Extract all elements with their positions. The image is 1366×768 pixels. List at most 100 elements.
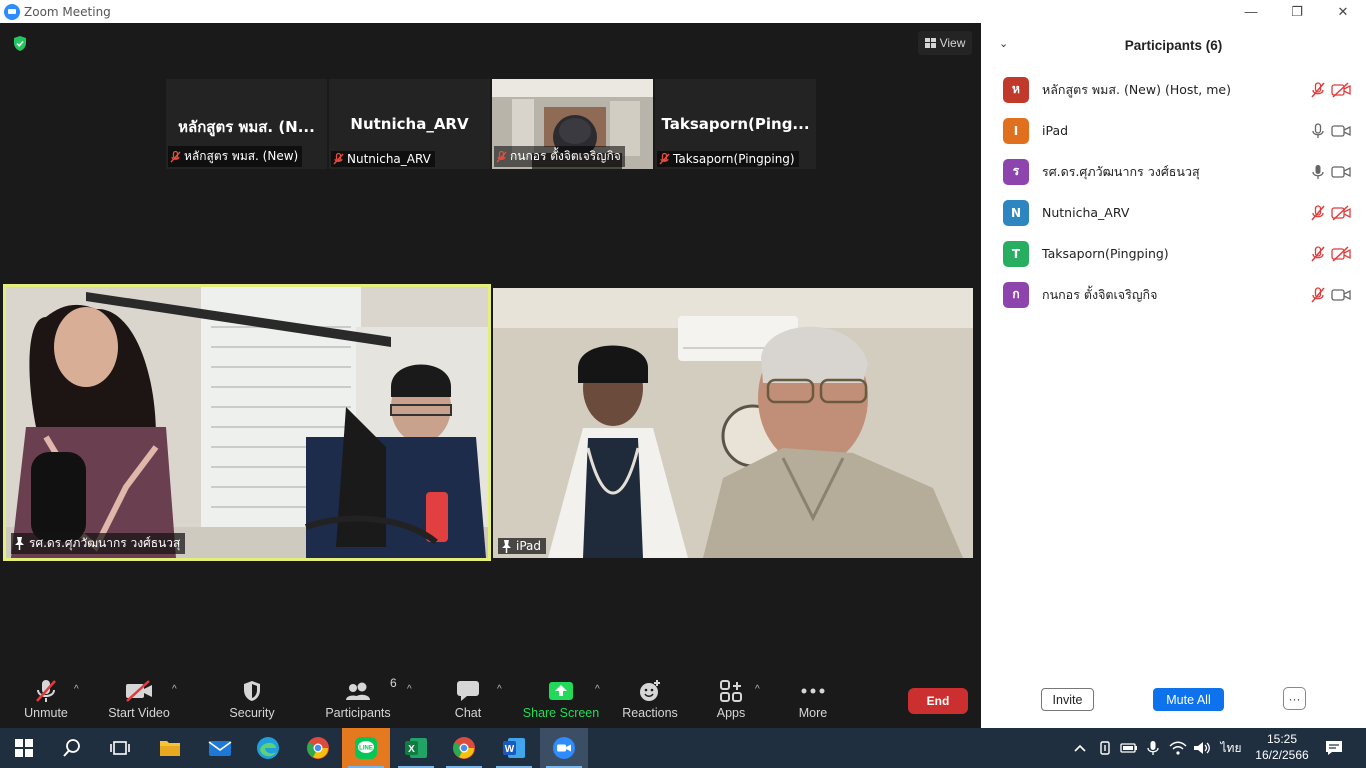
- avatar: ห: [1003, 76, 1029, 103]
- participant-thumbnail[interactable]: Nutnicha_ARV Nutnicha_ARV: [329, 79, 490, 169]
- more-button[interactable]: More: [796, 678, 830, 726]
- share-screen-icon: [549, 682, 573, 700]
- avatar: N: [1003, 199, 1029, 226]
- video-options-caret[interactable]: ^: [172, 684, 177, 695]
- chat-icon: [457, 681, 479, 701]
- reactions-label: Reactions: [622, 706, 678, 720]
- more-dots-icon: [801, 688, 825, 694]
- video-off-icon[interactable]: [1331, 81, 1351, 98]
- excel-icon[interactable]: X: [392, 728, 440, 768]
- participants-panel-footer: Invite Mute All ···: [981, 676, 1366, 728]
- share-screen-button[interactable]: Share Screen: [523, 678, 599, 726]
- file-explorer-icon[interactable]: [146, 728, 194, 768]
- wifi-icon[interactable]: [1166, 728, 1190, 768]
- clock-time: 15:25: [1266, 732, 1298, 746]
- unmute-options-caret[interactable]: ^: [74, 684, 79, 695]
- chat-label: Chat: [454, 706, 482, 720]
- notification-center-icon[interactable]: [1318, 728, 1350, 768]
- participant-row[interactable]: ห หลักสูตร พมส. (New) (Host, me): [981, 69, 1366, 110]
- shield-icon[interactable]: [12, 35, 28, 52]
- collapse-panel-chevron-down-icon[interactable]: ⌄: [999, 37, 1008, 50]
- reactions-button[interactable]: Reactions: [622, 678, 678, 726]
- taskbar-clock[interactable]: 15:25 16/2/2566: [1246, 731, 1318, 763]
- participant-name: หลักสูตร พมส. (New) (Host, me): [1042, 81, 1231, 97]
- view-button[interactable]: View: [918, 31, 972, 55]
- microphone-icon[interactable]: [1142, 728, 1164, 768]
- participant-name: รศ.ดร.ศุภวัฒนากร วงศ์ธนวสุ: [1042, 163, 1200, 179]
- edge-browser-icon[interactable]: [244, 728, 292, 768]
- participants-button[interactable]: 6 Participants: [324, 676, 396, 726]
- participants-options-caret[interactable]: ^: [407, 684, 412, 695]
- view-label: View: [939, 36, 966, 50]
- participant-thumbnail[interactable]: Taksaporn(Ping... Taksaporn(Pingping): [655, 79, 816, 169]
- participant-name: Nutnicha_ARV: [1042, 205, 1130, 220]
- chrome-browser-icon[interactable]: [294, 728, 342, 768]
- show-hidden-icons-chevron-up-icon[interactable]: [1070, 728, 1090, 768]
- participant-thumbnail[interactable]: หลักสูตร พมส. (N... หลักสูตร พมส. (New): [166, 79, 327, 169]
- apps-icon: [720, 680, 742, 702]
- mic-muted-icon[interactable]: [1310, 245, 1326, 262]
- mic-muted-icon[interactable]: [1310, 286, 1326, 303]
- word-icon[interactable]: W: [490, 728, 538, 768]
- thumbnail-label-text: กนกอร ตั้งจิตเจริญกิจ: [510, 149, 621, 163]
- unmute-button[interactable]: Unmute: [20, 678, 72, 726]
- video-off-icon[interactable]: [1331, 245, 1351, 262]
- participant-video-feed: [493, 288, 973, 558]
- apps-button[interactable]: Apps: [714, 678, 748, 726]
- thumbnail-label: Taksaporn(Pingping): [657, 151, 799, 167]
- windows-taskbar: LINE X W ไทย 15:25 16/2/2566: [0, 728, 1366, 768]
- video-icon[interactable]: [1331, 287, 1351, 303]
- mic-active-icon[interactable]: [1310, 164, 1326, 180]
- speaker-volume-icon[interactable]: [1190, 728, 1214, 768]
- battery-icon[interactable]: [1118, 728, 1140, 768]
- end-meeting-button[interactable]: End: [908, 688, 968, 714]
- close-button[interactable]: ✕: [1320, 0, 1366, 23]
- svg-text:X: X: [408, 744, 415, 755]
- restore-button[interactable]: ❐: [1274, 0, 1320, 23]
- video-icon[interactable]: [1331, 123, 1351, 139]
- video-tile[interactable]: iPad: [493, 288, 973, 558]
- invite-button[interactable]: Invite: [1041, 688, 1094, 711]
- mic-icon[interactable]: [1310, 122, 1326, 139]
- thumbnail-name: หลักสูตร พมส. (N...: [178, 118, 315, 136]
- chrome-browser-icon[interactable]: [440, 728, 488, 768]
- start-windows-icon[interactable]: [0, 728, 48, 768]
- mic-muted-icon[interactable]: [1310, 81, 1326, 98]
- participants-panel: ⌄ Participants (6) ห หลักสูตร พมส. (New)…: [981, 23, 1366, 728]
- participants-count: 6: [390, 676, 397, 690]
- input-language[interactable]: ไทย: [1216, 728, 1246, 768]
- video-icon[interactable]: [1331, 164, 1351, 180]
- svg-text:W: W: [505, 744, 515, 755]
- panel-more-button[interactable]: ···: [1283, 687, 1306, 710]
- apps-label: Apps: [716, 706, 746, 720]
- participant-row[interactable]: T Taksaporn(Pingping): [981, 233, 1366, 274]
- start-video-button[interactable]: Start Video: [106, 678, 172, 726]
- participant-row[interactable]: ร รศ.ดร.ศุภวัฒนากร วงศ์ธนวสุ: [981, 151, 1366, 192]
- chat-button[interactable]: Chat: [448, 678, 488, 726]
- participant-thumbnail-video[interactable]: กนกอร ตั้งจิตเจริญกิจ: [492, 79, 653, 169]
- apps-options-caret[interactable]: ^: [755, 684, 760, 695]
- mic-muted-icon[interactable]: [1310, 204, 1326, 221]
- share-options-caret[interactable]: ^: [595, 684, 600, 695]
- pin-icon: [502, 539, 511, 553]
- avatar: ร: [1003, 158, 1029, 185]
- mic-muted-icon: [36, 680, 56, 702]
- minimize-button[interactable]: —: [1228, 0, 1274, 23]
- svg-text:LINE: LINE: [359, 746, 373, 752]
- video-off-icon[interactable]: [1331, 204, 1351, 221]
- usb-device-icon[interactable]: [1094, 728, 1116, 768]
- participant-row[interactable]: N Nutnicha_ARV: [981, 192, 1366, 233]
- participant-row[interactable]: ก กนกอร ตั้งจิตเจริญกิจ: [981, 274, 1366, 315]
- participant-row[interactable]: I iPad: [981, 110, 1366, 151]
- mail-icon[interactable]: [196, 728, 244, 768]
- video-tile-active-speaker[interactable]: รศ.ดร.ศุภวัฒนากร วงศ์ธนวสุ: [3, 284, 491, 561]
- search-icon[interactable]: [48, 728, 96, 768]
- mute-all-button[interactable]: Mute All: [1153, 688, 1224, 711]
- security-button[interactable]: Security: [226, 678, 278, 726]
- zoom-app-icon[interactable]: [540, 728, 588, 768]
- window-titlebar: Zoom Meeting — ❐ ✕: [0, 0, 1366, 23]
- chat-options-caret[interactable]: ^: [497, 684, 502, 695]
- video-tile-label: รศ.ดร.ศุภวัฒนากร วงศ์ธนวสุ: [11, 533, 186, 554]
- task-view-icon[interactable]: [96, 728, 144, 768]
- line-app-icon[interactable]: LINE: [342, 728, 390, 768]
